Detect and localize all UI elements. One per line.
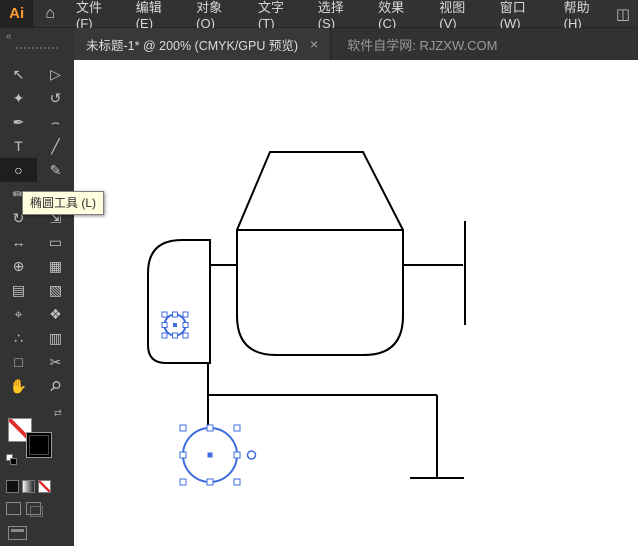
tabbar-watermark-text: 软件自学网: RJZXW.COM [347,35,497,54]
artwork-svg [74,60,638,546]
none-button[interactable] [38,480,51,493]
menu-view[interactable]: 视图(V) [430,0,490,28]
document-tab[interactable]: 未标题-1* @ 200% (CMYK/GPU 预览) × [74,28,331,60]
draw-normal-button[interactable] [6,502,21,515]
menu-help[interactable]: 帮助(H) [555,0,616,28]
line-segment-tool[interactable]: ╱ [37,134,74,158]
default-fill-stroke-icon[interactable] [6,454,18,466]
document-tab-bar: 未标题-1* @ 200% (CMYK/GPU 预览) × 软件自学网: RJZ… [74,28,638,60]
panel-grip-handle[interactable] [16,47,58,49]
selection-tool[interactable]: ↖ [0,62,37,86]
blend-tool[interactable]: ❖ [37,302,74,326]
stroke-swatch-black[interactable] [26,432,52,458]
workspace-switcher-icon[interactable]: ◫ [616,5,630,23]
mixer-drawing[interactable] [148,152,465,478]
tools-panel: « ↖ ▷ ✦ ↺ ✒ ⌢ T ╱ ○ ✎ ✏ ∿ ↻ ⇲ ↔ ▭ ⊕ ▦ ▤ … [0,28,74,546]
width-tool[interactable]: ↔ [0,230,37,254]
menu-bar: Ai ⌂ 文件(F) 编辑(E) 对象(O) 文字(T) 选择(S) 效果(C)… [0,0,638,28]
menu-window[interactable]: 窗口(W) [491,0,555,28]
menu-object[interactable]: 对象(O) [187,0,249,28]
curvature-tool[interactable]: ⌢ [37,110,74,134]
default-stroke-mini [10,458,17,465]
mixer-drum [237,152,403,355]
direct-selection-tool[interactable]: ▷ [37,62,74,86]
screen-mode-button[interactable] [8,526,27,540]
gradient-button[interactable] [22,480,35,493]
menu-effect[interactable]: 效果(C) [369,0,430,28]
home-icon[interactable]: ⌂ [45,5,55,23]
document-tab-title: 未标题-1* @ 200% (CMYK/GPU 预览) [86,35,298,54]
menu-type[interactable]: 文字(T) [249,0,309,28]
tool-grid: ↖ ▷ ✦ ↺ ✒ ⌢ T ╱ ○ ✎ ✏ ∿ ↻ ⇲ ↔ ▭ ⊕ ▦ ▤ ▧ … [0,62,74,398]
artboard-tool[interactable]: □ [0,350,37,374]
small-ellipse-selected[interactable] [162,312,188,338]
menu-edit[interactable]: 编辑(E) [127,0,187,28]
color-button[interactable] [6,480,19,493]
paint-mode-row [6,480,51,493]
type-tool[interactable]: T [0,134,37,158]
gradient-tool[interactable]: ▧ [37,278,74,302]
draw-mode-row [6,502,41,515]
artboard-canvas[interactable] [74,60,638,546]
engine-housing [148,240,210,363]
menu-file[interactable]: 文件(F) [67,0,127,28]
live-shape-radius-widget [248,451,256,459]
tab-close-icon[interactable]: × [310,37,318,51]
ellipse-tool-tooltip: 椭圆工具 (L) [22,191,104,215]
pen-tool[interactable]: ✒ [0,110,37,134]
magic-wand-tool[interactable]: ✦ [0,86,37,110]
menu-select[interactable]: 选择(S) [309,0,369,28]
ellipse-tool[interactable]: ○ [0,158,37,182]
collapse-panel-icon[interactable]: « [6,31,12,42]
illustrator-window: Ai ⌂ 文件(F) 编辑(E) 对象(O) 文字(T) 选择(S) 效果(C)… [0,0,638,546]
shape-builder-tool[interactable]: ⊕ [0,254,37,278]
column-graph-tool[interactable]: ▥ [37,326,74,350]
mesh-tool[interactable]: ▤ [0,278,37,302]
swap-fill-stroke-icon[interactable]: ⇄ [54,408,62,419]
fill-stroke-widget: ⇄ [6,408,68,474]
hand-tool[interactable]: ✋ [0,374,37,398]
free-transform-tool[interactable]: ▭ [37,230,74,254]
paintbrush-tool[interactable]: ✎ [37,158,74,182]
lasso-tool[interactable]: ↺ [37,86,74,110]
symbol-sprayer-tool[interactable]: ∴ [0,326,37,350]
eyedropper-tool[interactable]: ⌖ [0,302,37,326]
large-ellipse-selected[interactable] [180,425,256,485]
app-logo[interactable]: Ai [0,0,33,28]
perspective-grid-tool[interactable]: ▦ [37,254,74,278]
draw-behind-button[interactable] [26,502,41,515]
